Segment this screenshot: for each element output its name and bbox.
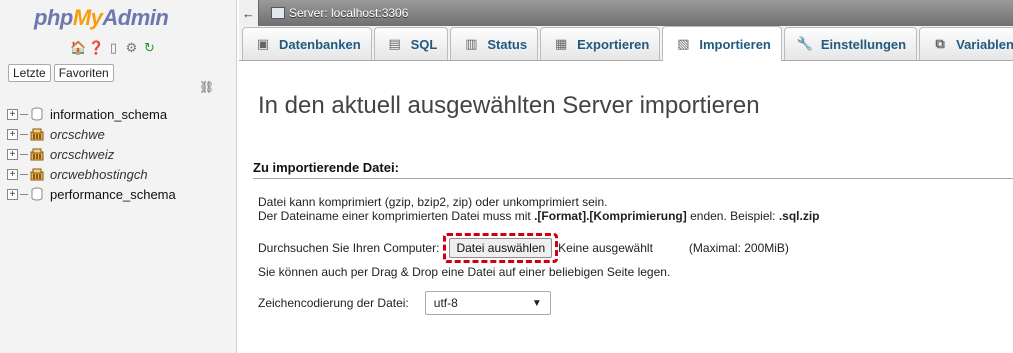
phpmyadmin-logo[interactable]: phpMyAdmin	[34, 5, 169, 31]
database-stack-icon[interactable]	[30, 167, 44, 181]
database-item[interactable]: + orcwebhostingch	[7, 164, 176, 184]
tab-einstellungen[interactable]: 🔧 Einstellungen	[783, 27, 918, 60]
choose-file-button[interactable]: Datei auswählen	[449, 238, 553, 258]
tree-line	[20, 153, 28, 155]
tab-label: Exportieren	[577, 36, 650, 52]
tab-label: SQL	[410, 36, 438, 52]
tab-variablen[interactable]: ⧉ Variablen	[919, 27, 1013, 60]
expand-icon[interactable]: +	[7, 188, 18, 200]
charset-row: Zeichencodierung der Datei: utf-8 ▼	[258, 291, 551, 315]
wrench-icon: 🔧	[796, 36, 813, 51]
tab-label: Variablen	[956, 36, 1013, 52]
database-name[interactable]: orcwebhostingch	[50, 167, 148, 182]
section-header: Zu importierende Datei:	[253, 160, 1013, 179]
tree-line	[20, 173, 28, 175]
database-stack-icon[interactable]	[30, 127, 44, 141]
database-name[interactable]: orcschwe	[50, 127, 105, 142]
database-icon[interactable]	[30, 187, 44, 201]
charset-label: Zeichencodierung der Datei:	[258, 296, 409, 310]
max-size-text: (Maximal: 200MiB)	[688, 241, 789, 255]
database-icon[interactable]	[30, 107, 44, 121]
export-icon: ▦	[554, 36, 568, 51]
expand-icon[interactable]: +	[7, 148, 18, 160]
tab-exportieren[interactable]: ▦ Exportieren	[540, 27, 661, 60]
status-icon: ▥	[465, 36, 478, 51]
tab-status[interactable]: ▥ Status	[450, 27, 539, 60]
file-button-highlight: Datei auswählen	[443, 233, 559, 263]
server-breadcrumb[interactable]: Server: localhost:3306	[289, 6, 408, 20]
docs-icon[interactable]: ▯	[106, 40, 121, 55]
breadcrumb-bar: ← Server: localhost:3306	[239, 0, 1013, 26]
page-title: In den aktuell ausgewählten Server impor…	[258, 92, 760, 119]
tree-line	[20, 193, 28, 195]
database-tree: + information_schema + orcschwe + orcschweiz +…	[7, 104, 176, 204]
tab-label: Einstellungen	[820, 36, 907, 52]
database-name[interactable]: performance_schema	[50, 187, 176, 202]
tab-label: Datenbanken	[279, 36, 361, 52]
sql-icon: ▤	[388, 36, 401, 51]
database-name[interactable]: information_schema	[50, 107, 167, 122]
tab-label: Status	[487, 36, 528, 52]
import-icon: ▧	[677, 36, 690, 51]
database-item[interactable]: + performance_schema	[7, 184, 176, 204]
expand-icon[interactable]: +	[7, 168, 18, 180]
quick-icons: 🏠 ❓ ▯ ⚙ ↻	[70, 40, 157, 55]
browse-label: Durchsuchen Sie Ihren Computer:	[258, 241, 440, 255]
help-icon[interactable]: ❓	[88, 40, 104, 55]
no-file-selected-text: Keine ausgewählt	[558, 241, 653, 255]
back-arrow-icon[interactable]: ←	[239, 0, 259, 26]
link-icon[interactable]: ⛓	[199, 81, 214, 93]
database-name[interactable]: orcschweiz	[50, 147, 114, 162]
database-icon: ▣	[256, 36, 270, 51]
database-stack-icon[interactable]	[30, 147, 44, 161]
navigation-sidebar: phpMyAdmin 🏠 ❓ ▯ ⚙ ↻ Letzte Favoriten ⛓ …	[0, 0, 237, 353]
tab-label: Importieren	[699, 36, 771, 52]
file-browse-row: Durchsuchen Sie Ihren Computer: Datei au…	[258, 233, 789, 263]
recent-button[interactable]: Letzte	[8, 64, 51, 82]
expand-icon[interactable]: +	[7, 108, 18, 120]
tree-line	[20, 133, 28, 135]
database-item[interactable]: + information_schema	[7, 104, 176, 124]
charset-select[interactable]: utf-8 ▼	[424, 291, 551, 315]
charset-value: utf-8	[433, 296, 458, 310]
drag-drop-note: Sie können auch per Drag & Drop eine Dat…	[258, 265, 671, 279]
recent-favorites-tabs: Letzte Favoriten	[8, 64, 114, 82]
tab-importieren[interactable]: ▧ Importieren	[662, 26, 782, 61]
favorites-button[interactable]: Favoriten	[53, 64, 114, 82]
home-icon[interactable]: 🏠	[70, 40, 86, 55]
tab-datenbanken[interactable]: ▣ Datenbanken	[242, 27, 372, 60]
server-icon	[271, 7, 285, 19]
reload-icon[interactable]: ↻	[142, 40, 157, 55]
settings-icon[interactable]: ⚙	[124, 40, 139, 55]
tree-line	[20, 113, 28, 115]
tab-sql[interactable]: ▤ SQL	[373, 27, 449, 60]
database-item[interactable]: + orcschweiz	[7, 144, 176, 164]
chevron-down-icon: ▼	[531, 297, 542, 309]
compression-info: Datei kann komprimiert (gzip, bzip2, zip…	[258, 195, 608, 209]
database-item[interactable]: + orcschwe	[7, 124, 176, 144]
variables-icon: ⧉	[935, 36, 945, 51]
filename-info: Der Dateiname einer komprimierten Datei …	[258, 209, 820, 223]
expand-icon[interactable]: +	[7, 128, 18, 140]
main-tabs: ▣ Datenbanken ▤ SQL ▥ Status ▦ Exportieren ▧ Impo…	[239, 26, 1013, 61]
